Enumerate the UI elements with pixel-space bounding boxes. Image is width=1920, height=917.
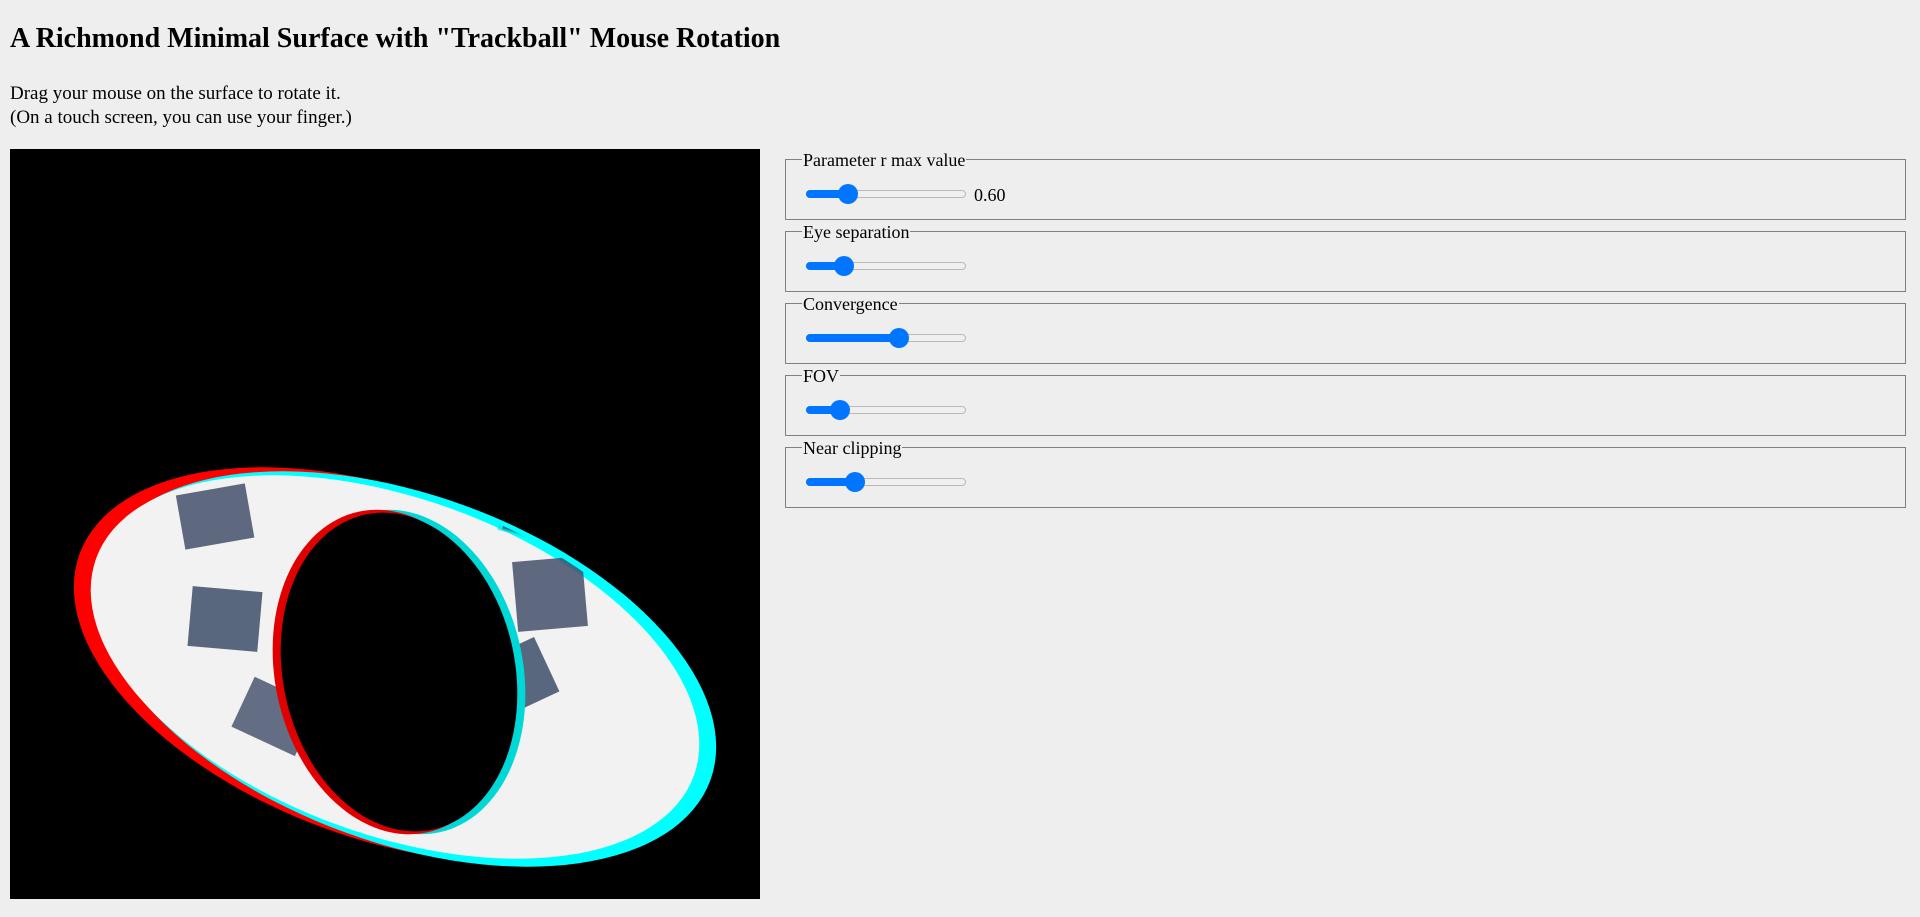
3d-canvas[interactable] — [10, 149, 760, 899]
eye-separation-label: Eye separation — [802, 222, 911, 242]
panel-fov: FOV — [785, 366, 1906, 436]
slider-thumb[interactable] — [888, 328, 909, 348]
fov-slider[interactable] — [806, 399, 966, 421]
slider-thumb[interactable] — [829, 400, 850, 420]
near-clipping-label: Near clipping — [802, 438, 903, 458]
instruction-text-touch: (On a touch screen, you can use your fin… — [10, 107, 352, 128]
slider-thumb[interactable] — [838, 184, 859, 204]
near-clipping-slider[interactable] — [806, 471, 966, 493]
convergence-label: Convergence — [802, 294, 899, 314]
slider-thumb[interactable] — [845, 472, 866, 492]
instruction-text: Drag your mouse on the surface to rotate… — [10, 83, 341, 104]
slider-thumb[interactable] — [834, 256, 854, 276]
convergence-slider[interactable] — [806, 327, 966, 349]
anaglyph-surface-render — [73, 385, 717, 867]
panel-convergence: Convergence — [785, 294, 1906, 364]
r-max-slider[interactable] — [806, 183, 966, 205]
panel-near-clipping: Near clipping — [785, 438, 1906, 508]
r-max-value: 0.60 — [974, 185, 1006, 205]
fov-label: FOV — [802, 366, 841, 386]
page-title: A Richmond Minimal Surface with "Trackba… — [10, 23, 781, 54]
r-max-label: Parameter r max value — [802, 150, 967, 170]
panel-eye-separation: Eye separation — [785, 222, 1906, 292]
eye-separation-slider[interactable] — [806, 255, 966, 277]
panel-r-max: Parameter r max value 0.60 — [785, 150, 1906, 220]
